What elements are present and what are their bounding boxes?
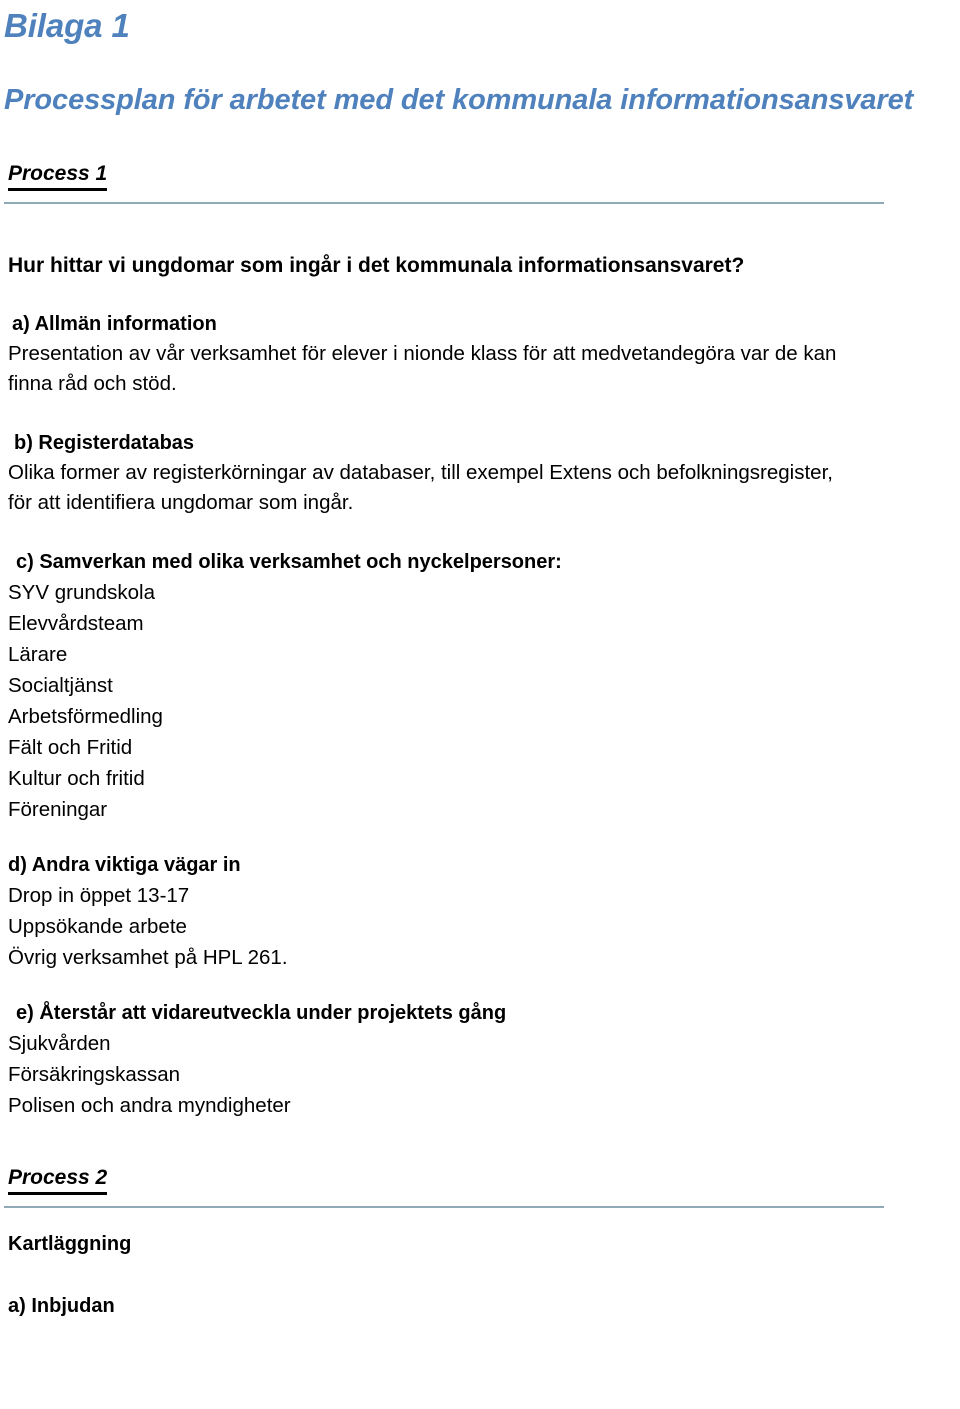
list-item: Försäkringskassan — [8, 1063, 181, 1086]
list-item: Fält och Fritid — [8, 736, 133, 759]
section-e-list: Sjukvården Försäkringskassan Polisen och… — [4, 1028, 954, 1121]
list-item: Sjukvården — [8, 1032, 111, 1055]
document-page: Bilaga 1 Processplan för arbetet med det… — [0, 0, 960, 1409]
section-e-heading: e) Återstår att vidareutveckla under pro… — [16, 1002, 507, 1024]
section-divider-1 — [4, 202, 884, 204]
section-d-list: Drop in öppet 13-17 Uppsökande arbete Öv… — [4, 880, 954, 973]
process-1-heading: Process 1 — [8, 161, 108, 191]
section-d-heading: d) Andra viktiga vägar in — [8, 854, 241, 876]
section-c-list: SYV grundskola Elevvårdsteam Lärare Soci… — [4, 577, 954, 825]
list-item: Lärare — [8, 643, 68, 666]
list-item: SYV grundskola — [8, 581, 156, 604]
section-d: d) Andra viktiga vägar in Drop in öppet … — [4, 851, 954, 973]
list-item: Kultur och fritid — [8, 767, 145, 790]
list-item: Polisen och andra myndigheter — [8, 1094, 291, 1117]
section-b-line-2: för att identifiera ungdomar som ingår. — [8, 491, 354, 514]
section-a-line-1: Presentation av vår verksamhet för eleve… — [8, 342, 837, 365]
list-item: Föreningar — [8, 798, 108, 821]
section-c: c) Samverkan med olika verksamhet och ny… — [4, 548, 954, 825]
process-2-header: Process 2 — [4, 1121, 954, 1208]
section-a-line-2: finna råd och stöd. — [8, 372, 177, 395]
list-item: Arbetsförmedling — [8, 705, 163, 728]
section-b-line-1: Olika former av registerkörningar av dat… — [8, 461, 833, 484]
document-title: Processplan för arbetet med det kommunal… — [4, 84, 914, 116]
section-a-heading: a) Allmän information — [12, 313, 217, 335]
process-1-header: Process 1 — [4, 117, 954, 204]
section-c-heading: c) Samverkan med olika verksamhet och ny… — [16, 551, 562, 573]
list-item: Uppsökande arbete — [8, 915, 187, 938]
list-item: Drop in öppet 13-17 — [8, 884, 190, 907]
process-2-section-a-heading: a) Inbjudan — [8, 1295, 115, 1317]
section-a: a) Allmän information Presentation av vå… — [4, 310, 954, 399]
process-2-subtitle: Kartläggning — [8, 1233, 132, 1255]
process-1-question: Hur hittar vi ungdomar som ingår i det k… — [8, 254, 745, 277]
process-2-heading: Process 2 — [8, 1165, 108, 1195]
section-b: b) Registerdatabas Olika former av regis… — [4, 429, 954, 518]
appendix-label: Bilaga 1 — [4, 7, 130, 44]
list-item: Elevvårdsteam — [8, 612, 144, 635]
section-b-heading: b) Registerdatabas — [14, 432, 195, 454]
section-e: e) Återstår att vidareutveckla under pro… — [4, 999, 954, 1121]
list-item: Socialtjänst — [8, 674, 113, 697]
list-item: Övrig verksamhet på HPL 261. — [8, 946, 288, 969]
